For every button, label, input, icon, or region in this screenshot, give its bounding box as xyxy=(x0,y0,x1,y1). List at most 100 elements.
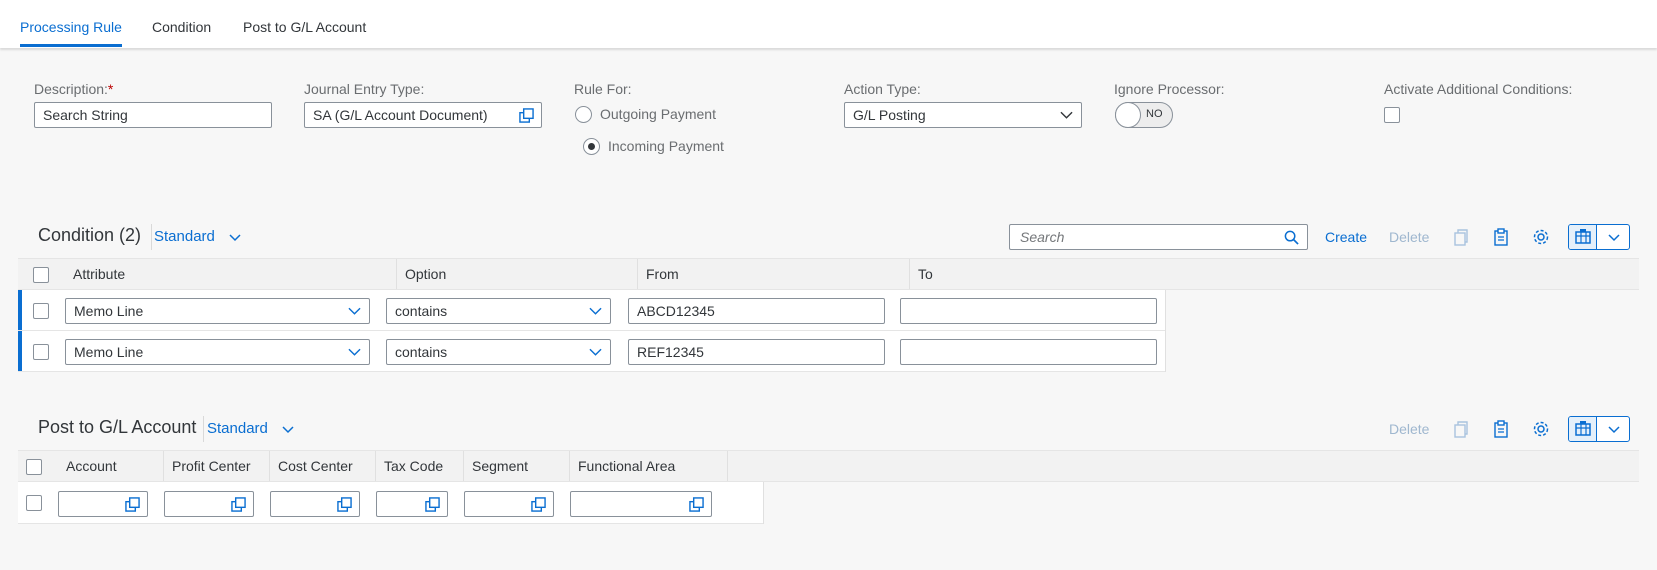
value-help-icon[interactable] xyxy=(337,497,352,512)
paste-icon[interactable] xyxy=(1492,420,1510,438)
row-select-checkbox[interactable] xyxy=(33,303,49,319)
header-filler xyxy=(763,450,1639,482)
variant-chevron-down-icon[interactable] xyxy=(229,234,241,242)
option-value: contains xyxy=(395,303,448,319)
action-type-label: Action Type: xyxy=(844,81,921,97)
attribute-value: Memo Line xyxy=(74,344,144,360)
paste-icon[interactable] xyxy=(1492,228,1510,246)
tab-post-to-gl-account[interactable]: Post to G/L Account xyxy=(243,0,366,48)
column-header-to: To xyxy=(910,259,1182,289)
attribute-select[interactable]: Memo Line xyxy=(65,298,370,324)
profit-center-input[interactable] xyxy=(164,491,254,517)
activate-additional-conditions-label: Activate Additional Conditions: xyxy=(1384,81,1573,97)
ignore-processor-label: Ignore Processor: xyxy=(1114,81,1225,97)
attribute-value: Memo Line xyxy=(74,303,144,319)
chevron-down-icon xyxy=(348,307,361,315)
chevron-down-icon xyxy=(1060,111,1073,119)
row-highlight-bar xyxy=(18,290,22,330)
value-help-icon[interactable] xyxy=(425,497,440,512)
table-right-border xyxy=(763,482,764,524)
description-label-text: Description: xyxy=(34,81,108,97)
condition-table-row[interactable]: Memo Line contains REF12345 xyxy=(18,331,1165,372)
chevron-down-icon xyxy=(348,348,361,356)
functional-area-input[interactable] xyxy=(570,491,712,517)
option-select[interactable]: contains xyxy=(386,298,611,324)
condition-variant-label: Standard xyxy=(154,228,215,245)
settings-gear-icon[interactable] xyxy=(1532,420,1550,438)
value-help-icon[interactable] xyxy=(689,497,704,512)
option-value: contains xyxy=(395,344,448,360)
journal-entry-type-value: SA (G/L Account Document) xyxy=(313,107,488,123)
description-input[interactable]: Search String xyxy=(34,102,272,128)
copy-icon[interactable] xyxy=(1452,420,1470,438)
column-header-account: Account xyxy=(58,451,164,481)
radio-incoming-payment[interactable] xyxy=(583,138,600,155)
gl-variant-label: Standard xyxy=(207,420,268,437)
search-placeholder: Search xyxy=(1020,229,1065,245)
export-button[interactable] xyxy=(1569,417,1597,441)
required-mark: * xyxy=(107,81,114,97)
chevron-down-icon xyxy=(589,348,602,356)
condition-search-input[interactable]: Search xyxy=(1009,224,1308,250)
to-input[interactable] xyxy=(900,298,1157,324)
segment-input[interactable] xyxy=(464,491,554,517)
variant-chevron-down-icon[interactable] xyxy=(282,426,294,434)
tax-code-input[interactable] xyxy=(376,491,448,517)
column-header-tax-code: Tax Code xyxy=(376,451,464,481)
value-help-icon[interactable] xyxy=(519,108,534,123)
create-button[interactable]: Create xyxy=(1325,229,1367,245)
gl-table-header: Account Profit Center Cost Center Tax Co… xyxy=(18,450,763,482)
journal-entry-type-label: Journal Entry Type: xyxy=(304,81,425,97)
description-label: Description:* xyxy=(34,81,113,97)
column-header-functional-area: Functional Area xyxy=(570,451,728,481)
tab-condition[interactable]: Condition xyxy=(152,0,211,48)
from-input[interactable]: REF12345 xyxy=(628,339,885,365)
rule-for-label: Rule For: xyxy=(574,81,632,97)
gl-delete-button[interactable]: Delete xyxy=(1389,421,1429,437)
condition-delete-button[interactable]: Delete xyxy=(1389,229,1429,245)
activate-additional-conditions-checkbox[interactable] xyxy=(1384,107,1400,123)
row-select-checkbox[interactable] xyxy=(33,344,49,360)
radio-outgoing-payment[interactable] xyxy=(575,106,592,123)
copy-icon[interactable] xyxy=(1452,228,1470,246)
settings-gear-icon[interactable] xyxy=(1532,228,1550,246)
gl-table-title: Post to G/L Account xyxy=(38,417,197,437)
radio-outgoing-payment-label: Outgoing Payment xyxy=(600,106,716,122)
row-highlight-bar xyxy=(18,331,22,371)
cost-center-input[interactable] xyxy=(270,491,360,517)
value-help-icon[interactable] xyxy=(231,497,246,512)
gl-table-row[interactable] xyxy=(18,482,763,524)
condition-variant-selector[interactable]: Standard xyxy=(154,228,215,245)
export-split-button[interactable] xyxy=(1568,224,1630,250)
export-chevron-down-icon[interactable] xyxy=(1608,234,1620,242)
action-type-select[interactable]: G/L Posting xyxy=(844,102,1082,128)
column-header-option: Option xyxy=(397,259,638,289)
condition-select-all-checkbox[interactable] xyxy=(33,267,49,283)
gl-variant-selector[interactable]: Standard xyxy=(207,420,268,437)
column-header-from: From xyxy=(638,259,910,289)
ignore-processor-switch[interactable]: NO xyxy=(1115,102,1173,128)
export-chevron-down-icon[interactable] xyxy=(1608,426,1620,434)
row-select-checkbox[interactable] xyxy=(26,495,42,511)
table-right-border xyxy=(1165,290,1166,372)
header-filler xyxy=(1165,258,1639,290)
account-input[interactable] xyxy=(58,491,148,517)
export-split-button[interactable] xyxy=(1568,416,1630,442)
value-help-icon[interactable] xyxy=(531,497,546,512)
value-help-icon[interactable] xyxy=(125,497,140,512)
condition-table-row[interactable]: Memo Line contains ABCD12345 xyxy=(18,290,1165,331)
column-header-cost-center: Cost Center xyxy=(270,451,376,481)
chevron-down-icon xyxy=(589,307,602,315)
to-input[interactable] xyxy=(900,339,1157,365)
action-type-value: G/L Posting xyxy=(853,107,926,123)
gl-select-all-checkbox[interactable] xyxy=(26,459,42,475)
tab-processing-rule[interactable]: Processing Rule xyxy=(20,0,122,48)
journal-entry-type-input[interactable]: SA (G/L Account Document) xyxy=(304,102,542,128)
radio-incoming-payment-label: Incoming Payment xyxy=(608,138,724,154)
switch-knob xyxy=(1115,102,1141,128)
export-button[interactable] xyxy=(1569,225,1597,249)
option-select[interactable]: contains xyxy=(386,339,611,365)
attribute-select[interactable]: Memo Line xyxy=(65,339,370,365)
from-input[interactable]: ABCD12345 xyxy=(628,298,885,324)
search-icon[interactable] xyxy=(1284,230,1299,245)
